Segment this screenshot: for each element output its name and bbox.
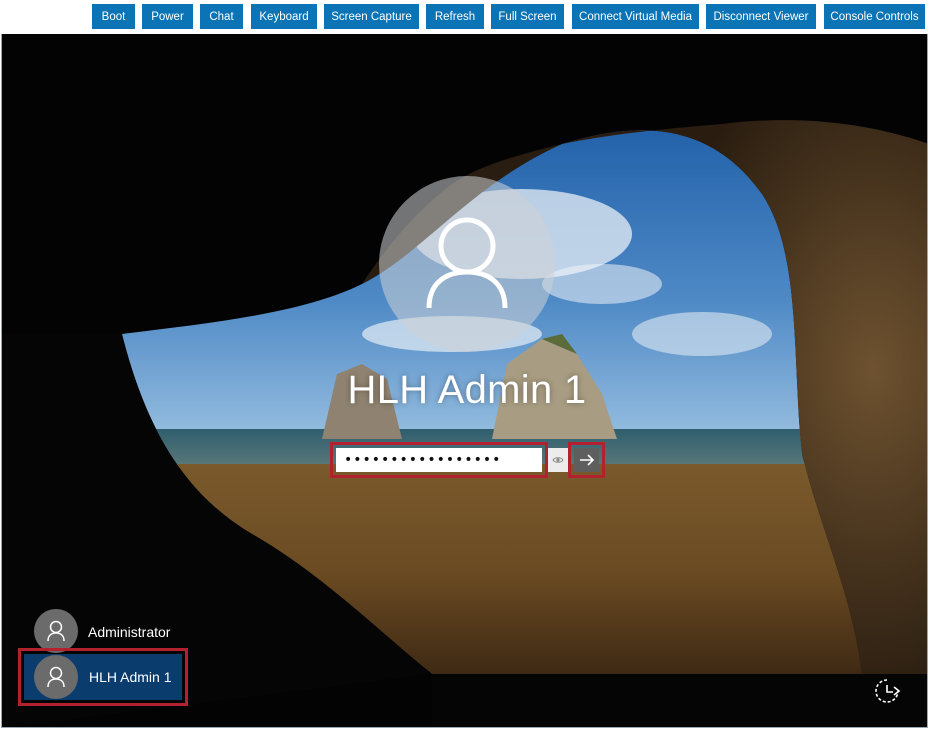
user-list-item-label: HLH Admin 1 (89, 669, 172, 685)
user-avatar-small (34, 655, 78, 699)
disconnect-viewer-button[interactable]: Disconnect Viewer (706, 4, 816, 29)
submit-button[interactable] (574, 448, 599, 472)
console-controls-button[interactable]: Console Controls (824, 4, 925, 29)
full-screen-button[interactable]: Full Screen (491, 4, 564, 29)
screen-capture-button[interactable]: Screen Capture (324, 4, 419, 29)
user-list-item-label: Administrator (88, 624, 171, 640)
kvm-toolbar: Boot Power Chat Keyboard Screen Capture … (0, 0, 929, 34)
connect-virtual-media-button[interactable]: Connect Virtual Media (572, 4, 699, 29)
power-button[interactable]: Power (142, 4, 193, 29)
user-icon (426, 217, 508, 309)
chat-button[interactable]: Chat (200, 4, 243, 29)
password-field-highlight: ••••••••••••••••• (330, 442, 548, 478)
login-user-name: HLH Admin 1 (347, 368, 587, 412)
arrow-right-icon (579, 454, 594, 466)
eye-icon (552, 457, 564, 463)
remote-console-screen[interactable]: HLH Admin 1 ••••••••••••••••• Administra… (1, 34, 928, 728)
user-list-item-hlh-admin-1[interactable]: HLH Admin 1 (18, 648, 188, 706)
user-avatar-small (34, 609, 78, 653)
user-icon (47, 666, 65, 688)
password-input[interactable]: ••••••••••••••••• (336, 448, 542, 472)
ease-of-access-icon[interactable] (872, 676, 902, 706)
submit-highlight (568, 442, 605, 478)
keyboard-button[interactable]: Keyboard (251, 4, 317, 29)
reveal-password-button[interactable] (548, 448, 568, 472)
boot-button[interactable]: Boot (92, 4, 135, 29)
user-icon (47, 620, 65, 642)
user-avatar (379, 176, 555, 352)
refresh-button[interactable]: Refresh (426, 4, 484, 29)
